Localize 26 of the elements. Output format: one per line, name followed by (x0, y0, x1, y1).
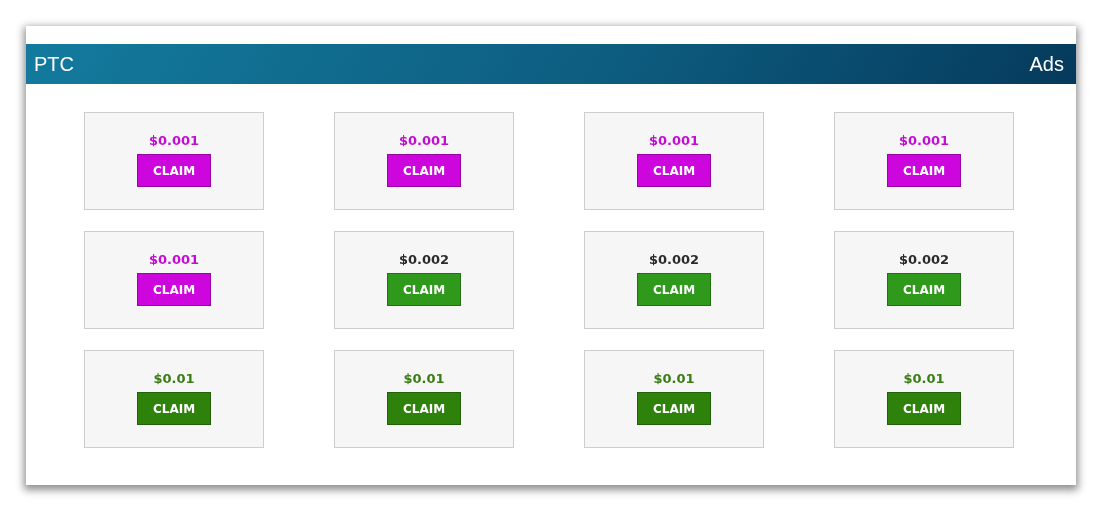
ad-price: $0.001 (648, 133, 700, 148)
ad-price: $0.001 (898, 133, 950, 148)
claim-button[interactable]: CLAIM (887, 392, 961, 425)
claim-button[interactable]: CLAIM (887, 154, 961, 187)
ad-price: $0.001 (398, 133, 450, 148)
ad-price: $0.001 (148, 133, 200, 148)
ad-price: $0.01 (153, 371, 195, 386)
claim-button[interactable]: CLAIM (137, 392, 211, 425)
claim-button[interactable]: CLAIM (637, 392, 711, 425)
claim-button[interactable]: CLAIM (887, 273, 961, 306)
ad-price: $0.002 (648, 252, 700, 267)
claim-button[interactable]: CLAIM (387, 392, 461, 425)
claim-button[interactable]: CLAIM (637, 273, 711, 306)
ad-price: $0.002 (898, 252, 950, 267)
header-title: PTC (34, 52, 74, 76)
ads-link[interactable]: Ads (1029, 52, 1064, 76)
ad-price: $0.01 (653, 371, 695, 386)
ad-price: $0.002 (398, 252, 450, 267)
ad-price: $0.01 (903, 371, 945, 386)
ad-price: $0.001 (148, 252, 200, 267)
claim-button[interactable]: CLAIM (387, 154, 461, 187)
claim-button[interactable]: CLAIM (137, 154, 211, 187)
claim-button[interactable]: CLAIM (387, 273, 461, 306)
claim-button[interactable]: CLAIM (637, 154, 711, 187)
claim-button[interactable]: CLAIM (137, 273, 211, 306)
ad-price: $0.01 (403, 371, 445, 386)
